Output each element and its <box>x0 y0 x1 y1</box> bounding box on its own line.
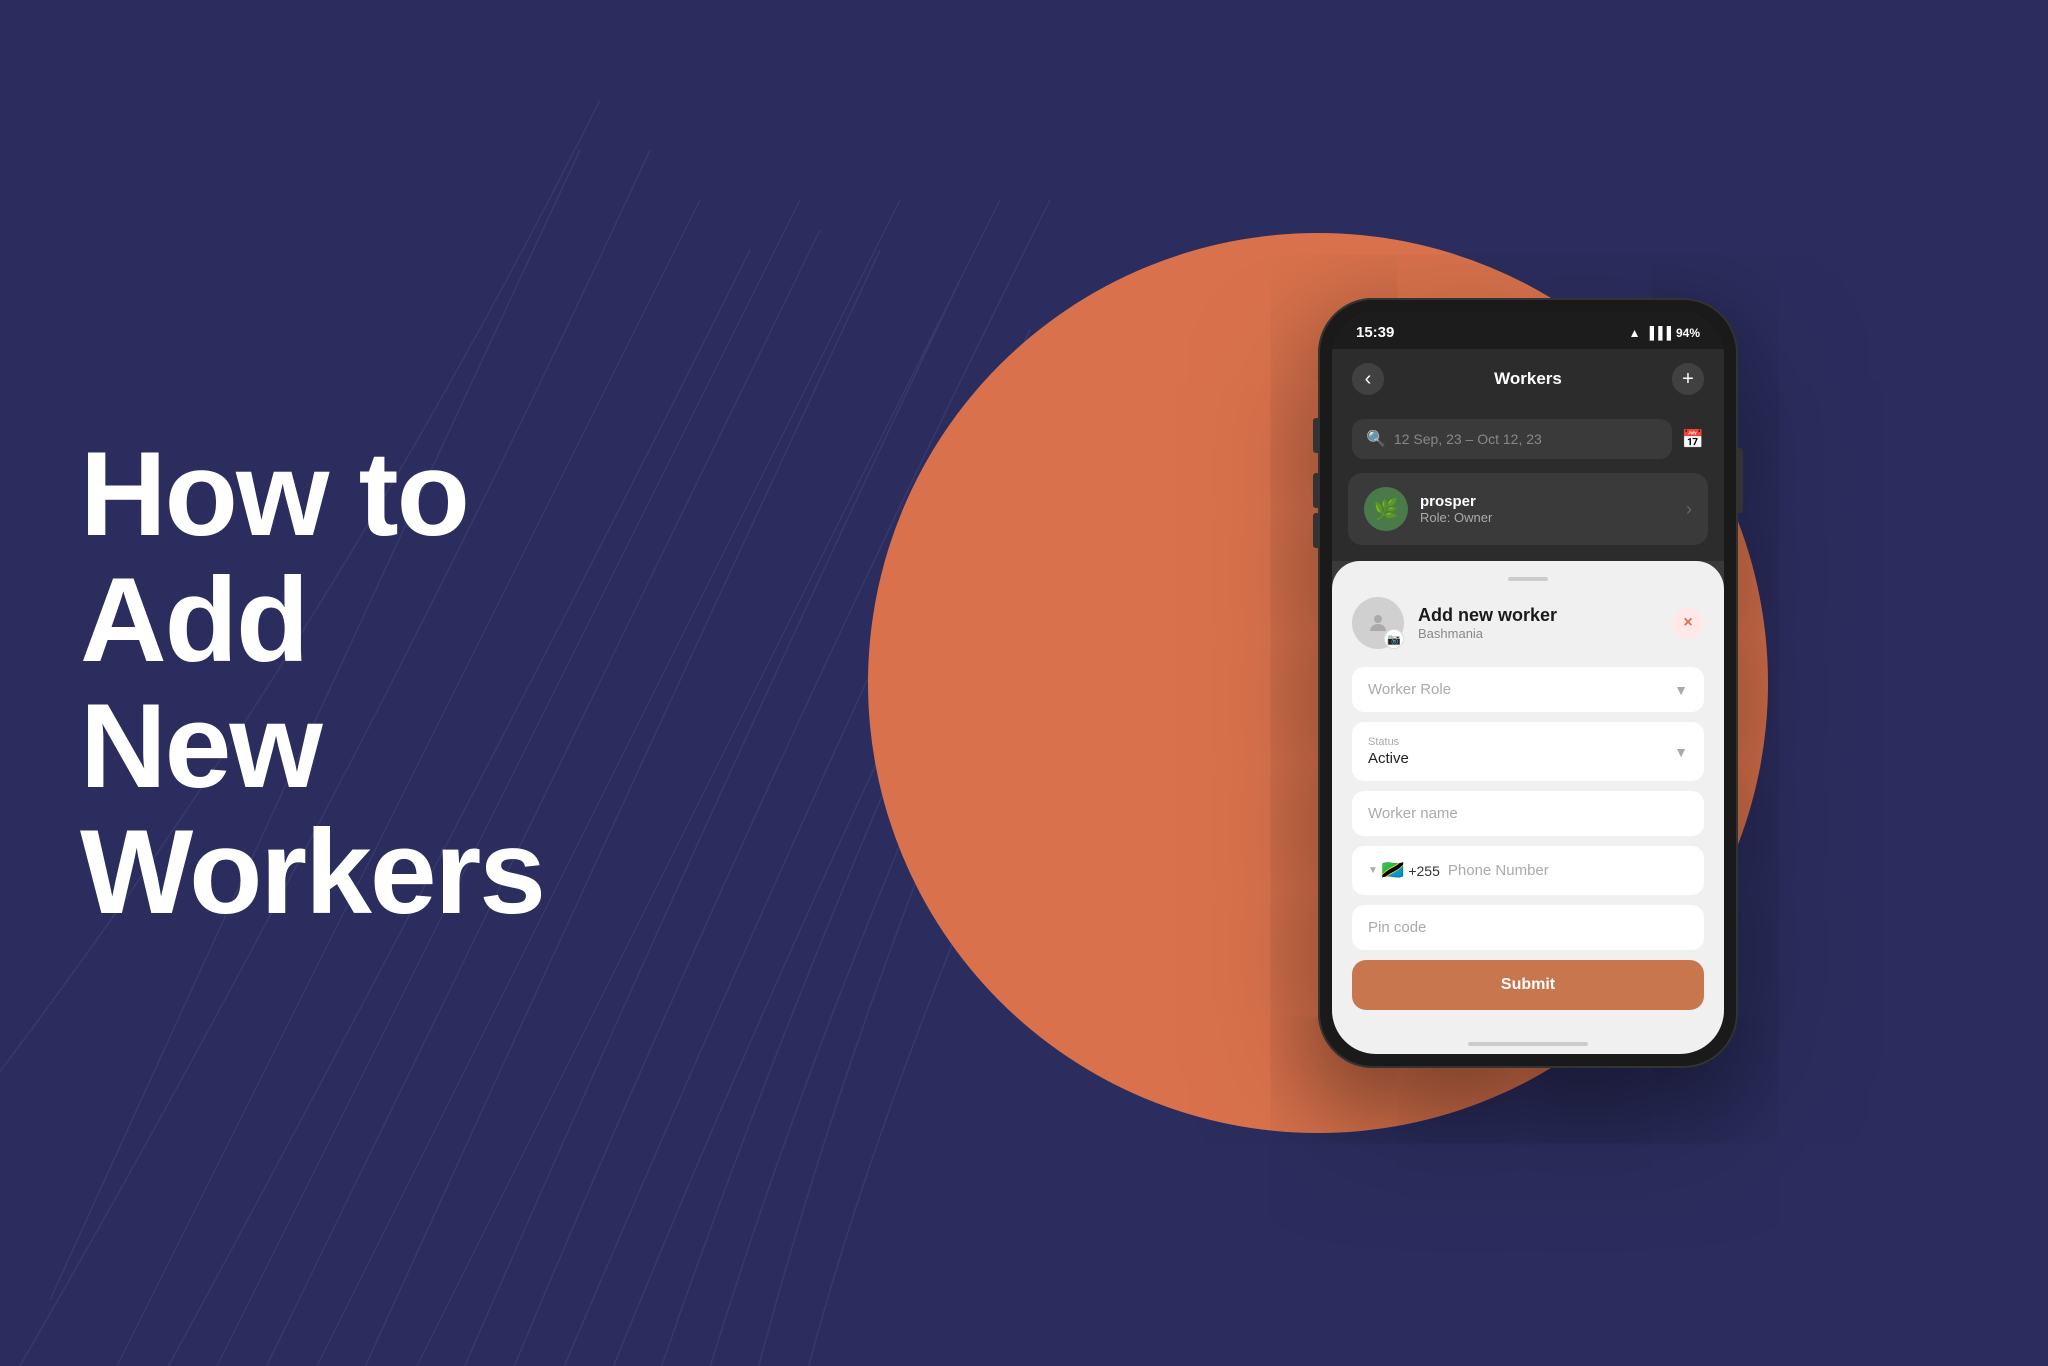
role-label: Role: <box>1420 510 1450 525</box>
phone-outer-frame: 15:39 ▲ ▐▐▐ 94% ‹ Workers + <box>1318 298 1738 1068</box>
phone-number-field[interactable]: ▼ 🇹🇿 +255 Phone Number <box>1352 846 1704 895</box>
add-worker-bottom-sheet: 📷 Add new worker Bashmania × Worker Role… <box>1332 561 1724 1034</box>
status-bar-icons: ▲ ▐▐▐ 94% <box>1629 326 1700 340</box>
worker-role: Role: Owner <box>1420 510 1674 525</box>
search-input-area[interactable]: 🔍 12 Sep, 23 – Oct 12, 23 <box>1352 419 1672 459</box>
phone-screen: 15:39 ▲ ▐▐▐ 94% ‹ Workers + <box>1332 312 1724 1054</box>
pin-code-field[interactable]: Pin code <box>1352 905 1704 950</box>
sheet-subtitle: Bashmania <box>1418 626 1658 641</box>
app-title: Workers <box>1494 369 1562 389</box>
worker-name-placeholder: Worker name <box>1368 805 1458 822</box>
search-bar-area: 🔍 12 Sep, 23 – Oct 12, 23 📅 <box>1332 409 1724 473</box>
status-field-inner: Status Active <box>1368 736 1674 767</box>
country-flag-icon: 🇹🇿 <box>1382 860 1404 881</box>
role-value: Owner <box>1454 510 1492 525</box>
status-value: Active <box>1368 750 1674 767</box>
worker-role-placeholder: Worker Role <box>1368 681 1451 698</box>
country-selector[interactable]: ▼ 🇹🇿 +255 <box>1368 860 1440 881</box>
date-range-text: 12 Sep, 23 – Oct 12, 23 <box>1394 431 1542 447</box>
worker-photo-upload[interactable]: 📷 <box>1352 597 1404 649</box>
left-content-area: How to Add New Workers <box>80 431 700 935</box>
calendar-icon[interactable]: 📅 <box>1682 429 1704 450</box>
sheet-title-area: Add new worker Bashmania <box>1418 605 1658 641</box>
status-field[interactable]: Status Active ▼ <box>1352 722 1704 781</box>
status-label: Status <box>1368 736 1674 748</box>
search-icon: 🔍 <box>1366 429 1386 449</box>
worker-list: 🌿 prosper Role: Owner › <box>1332 473 1724 561</box>
add-worker-button[interactable]: + <box>1672 363 1704 395</box>
dropdown-caret: ▼ <box>1368 865 1378 876</box>
worker-name: prosper <box>1420 493 1674 510</box>
phone-mockup: 15:39 ▲ ▐▐▐ 94% ‹ Workers + <box>1318 298 1738 1068</box>
battery-text: 94% <box>1676 326 1700 340</box>
submit-button[interactable]: Submit <box>1352 960 1704 1010</box>
wifi-icon: ▲ <box>1629 326 1641 340</box>
worker-avatar: 🌿 <box>1364 487 1408 531</box>
worker-list-item[interactable]: 🌿 prosper Role: Owner › <box>1348 473 1708 545</box>
chevron-right-icon: › <box>1686 499 1692 520</box>
sheet-drag-handle <box>1508 577 1548 581</box>
worker-role-field[interactable]: Worker Role ▼ <box>1352 667 1704 712</box>
close-sheet-button[interactable]: × <box>1672 607 1704 639</box>
heading-line1: How to Add <box>80 427 468 687</box>
home-indicator <box>1332 1034 1724 1054</box>
home-bar <box>1468 1042 1588 1046</box>
status-bar-time: 15:39 <box>1356 324 1394 341</box>
sheet-header: 📷 Add new worker Bashmania × <box>1352 597 1704 649</box>
sheet-title: Add new worker <box>1418 605 1658 626</box>
back-button[interactable]: ‹ <box>1352 363 1384 395</box>
status-bar: 15:39 ▲ ▐▐▐ 94% <box>1332 312 1724 349</box>
signal-icon: ▐▐▐ <box>1645 326 1671 340</box>
app-header: ‹ Workers + <box>1332 349 1724 409</box>
status-dropdown-icon: ▼ <box>1674 744 1688 760</box>
worker-name-field[interactable]: Worker name <box>1352 791 1704 836</box>
main-heading: How to Add New Workers <box>80 431 700 935</box>
camera-icon: 📷 <box>1384 629 1404 649</box>
phone-number-placeholder: Phone Number <box>1448 862 1549 879</box>
submit-label: Submit <box>1501 976 1555 993</box>
pin-code-placeholder: Pin code <box>1368 919 1426 936</box>
country-code: +255 <box>1408 863 1440 879</box>
heading-line2: New Workers <box>80 679 544 939</box>
worker-info: prosper Role: Owner <box>1420 493 1674 525</box>
notch <box>1468 312 1588 340</box>
worker-role-dropdown-icon: ▼ <box>1674 682 1688 698</box>
